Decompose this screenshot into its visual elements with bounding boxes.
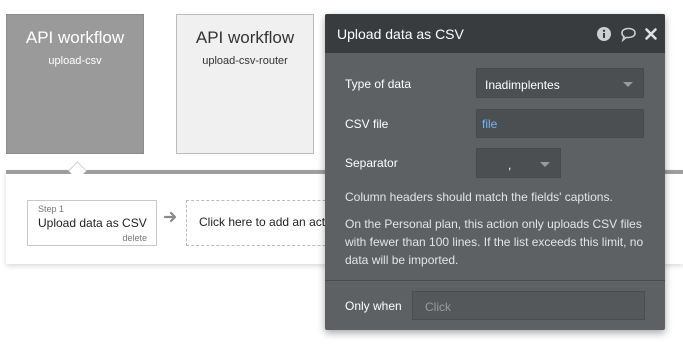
type-of-data-label: Type of data: [345, 77, 412, 91]
only-when-input[interactable]: Click: [412, 291, 645, 320]
separator-value: ,: [508, 158, 512, 172]
comment-icon[interactable]: [620, 26, 636, 42]
editor-title: Upload data as CSV: [337, 26, 464, 42]
arrow-right-icon: [164, 211, 177, 223]
type-of-data-dropdown[interactable]: Inadimplentes: [476, 68, 644, 98]
api-workflow-card-upload-csv-router[interactable]: API workflow upload-csv-router: [176, 14, 314, 154]
only-when-placeholder: Click: [425, 300, 451, 314]
editor-header: Upload data as CSV: [325, 14, 665, 53]
workflow-name: upload-csv-router: [202, 55, 288, 67]
chevron-down-icon: [623, 82, 633, 87]
api-workflow-card-upload-csv[interactable]: API workflow upload-csv: [6, 14, 144, 154]
step-name: Upload data as CSV: [38, 216, 147, 230]
chevron-down-icon: [540, 162, 550, 167]
csv-file-input[interactable]: file: [476, 109, 644, 138]
column-headers-note: Column headers should match the fields' …: [345, 190, 613, 204]
csv-file-dynamic-value[interactable]: file: [482, 117, 497, 131]
info-icon[interactable]: [596, 26, 612, 42]
action-editor-panel: Upload data as CSV Type of data Inadimpl…: [325, 14, 665, 330]
separator-label: Separator: [345, 156, 398, 170]
close-icon[interactable]: [643, 26, 659, 42]
plan-limit-note: On the Personal plan, this action only u…: [345, 217, 644, 267]
divider: [325, 280, 665, 281]
step-number: Step 1: [38, 204, 65, 214]
only-when-label: Only when: [345, 299, 402, 313]
workflow-name: upload-csv: [48, 55, 102, 67]
delete-step-link[interactable]: delete: [122, 233, 147, 243]
type-of-data-value: Inadimplentes: [485, 78, 560, 92]
csv-file-label: CSV file: [345, 117, 389, 131]
separator-dropdown[interactable]: ,: [476, 148, 561, 178]
workflow-type-label: API workflow: [195, 28, 295, 47]
step-card[interactable]: Step 1 Upload data as CSV delete: [27, 200, 157, 246]
workflow-type-label: API workflow: [25, 28, 125, 47]
